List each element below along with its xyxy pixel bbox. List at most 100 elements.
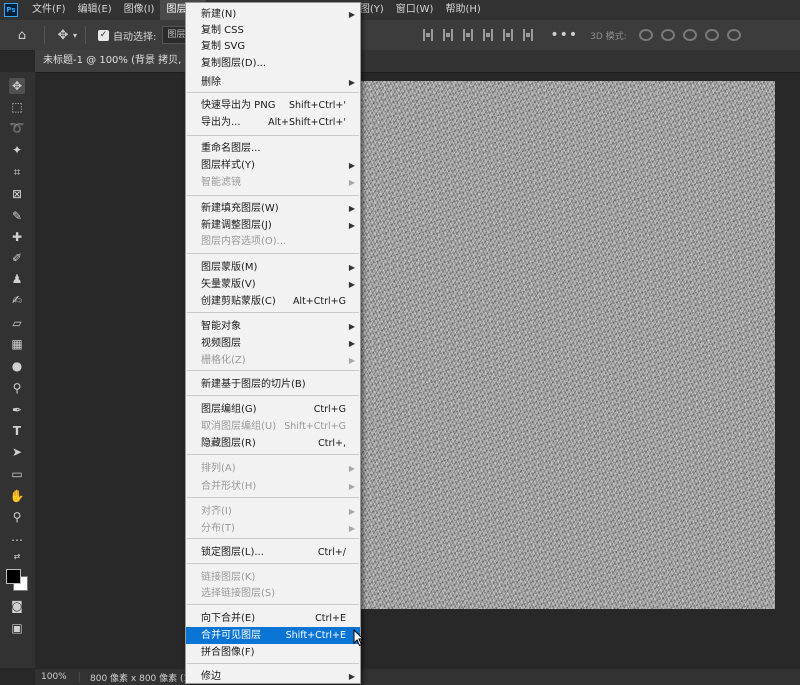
- menu-item-label: 图层内容选项(O)...: [201, 236, 287, 247]
- menu-item-label: 新建填充图层(W): [201, 203, 279, 214]
- divider: [44, 26, 45, 44]
- magic-wand-tool-icon[interactable]: ✦: [9, 142, 25, 158]
- dodge-tool-icon[interactable]: ⚲: [9, 380, 25, 396]
- menu-item[interactable]: 合并可见图层 Shift+Ctrl+E: [186, 627, 360, 644]
- menu-item[interactable]: 快速导出为 PNG Shift+Ctrl+': [186, 97, 360, 114]
- edit-toolbar-icon[interactable]: …: [9, 529, 25, 545]
- menu-item-shortcut: Alt+Shift+Ctrl+': [268, 117, 346, 128]
- menu-image[interactable]: 图像(I): [118, 0, 161, 20]
- lasso-tool-icon[interactable]: ➰: [9, 120, 25, 136]
- more-options-icon[interactable]: •••: [550, 27, 578, 43]
- orbit-3d-icon[interactable]: [638, 29, 653, 41]
- slide-3d-icon[interactable]: [704, 29, 719, 41]
- menu-item-label: 导出为...: [201, 117, 241, 128]
- canvas-area[interactable]: [35, 73, 800, 668]
- divider: [85, 26, 86, 44]
- menu-item[interactable]: 导出为... Alt+Shift+Ctrl+': [186, 114, 360, 131]
- menu-item[interactable]: 新建填充图层(W) ▶: [186, 200, 360, 217]
- submenu-arrow-icon: ▶: [348, 178, 355, 187]
- menu-item-shortcut: Ctrl+/: [317, 547, 346, 558]
- menu-item: 选择链接图层(S): [186, 585, 360, 602]
- menu-item[interactable]: 锁定图层(L)... Ctrl+/: [186, 544, 360, 561]
- menu-item[interactable]: 删除 ▶: [186, 74, 360, 91]
- pan-3d-icon[interactable]: [682, 29, 697, 41]
- home-icon[interactable]: ⌂: [14, 27, 30, 43]
- photoshop-logo-icon: Ps: [4, 3, 18, 17]
- menu-item[interactable]: 智能对象 ▶: [186, 318, 360, 335]
- menu-item[interactable]: 矢量蒙版(V) ▶: [186, 276, 360, 293]
- menu-item-label: 快速导出为 PNG: [201, 100, 276, 111]
- document-tab-bar: 未标题-1 @ 100% (背景 拷贝, RGB/8): [35, 50, 800, 73]
- menu-item[interactable]: 拼合图像(F): [186, 644, 360, 661]
- menu-item-label: 图层蒙版(M): [201, 262, 258, 273]
- pen-tool-icon[interactable]: ✒: [9, 402, 25, 418]
- hand-tool-icon[interactable]: ✋: [9, 488, 25, 504]
- menu-item[interactable]: 图层编组(G) Ctrl+G: [186, 401, 360, 418]
- move-tool-icon[interactable]: ✥: [55, 27, 71, 43]
- options-bar: ⌂ ✥ ▾ ✓ 自动选择: 图层 ••• 3D 模式:: [0, 20, 800, 51]
- align-vcenter-icon[interactable]: [443, 29, 454, 41]
- zoom-tool-icon[interactable]: ⚲: [9, 509, 25, 525]
- align-hcenter-icon[interactable]: [503, 29, 514, 41]
- menu-item[interactable]: 向下合并(E) Ctrl+E: [186, 610, 360, 627]
- brush-tool-icon[interactable]: ✐: [9, 250, 25, 266]
- menu-item[interactable]: 创建剪贴蒙版(C) Alt+Ctrl+G: [186, 293, 360, 310]
- eyedropper-tool-icon[interactable]: ✎: [9, 208, 25, 224]
- auto-select-checkbox[interactable]: ✓: [98, 29, 109, 41]
- menu-item[interactable]: 图层蒙版(M) ▶: [186, 259, 360, 276]
- align-top-icon[interactable]: [423, 29, 434, 41]
- menu-item-shortcut: Ctrl+G: [313, 404, 346, 415]
- menu-item[interactable]: 隐藏图层(R) Ctrl+,: [186, 435, 360, 452]
- camera-3d-icon[interactable]: [726, 29, 741, 41]
- foreground-color-swatch[interactable]: [6, 569, 21, 584]
- menu-item[interactable]: 修边 ▶: [186, 668, 360, 685]
- gradient-tool-icon[interactable]: ▦: [9, 336, 25, 352]
- menu-item[interactable]: 新建基于图层的切片(B): [186, 376, 360, 393]
- submenu-arrow-icon: ▶: [348, 204, 355, 213]
- menu-window[interactable]: 窗口(W): [390, 0, 440, 20]
- frame-tool-icon[interactable]: ⊠: [9, 186, 25, 202]
- align-left-icon[interactable]: [483, 29, 494, 41]
- menu-item: 图层内容选项(O)...: [186, 233, 360, 250]
- zoom-level[interactable]: 100%: [35, 672, 80, 682]
- menu-item[interactable]: 复制 SVG: [186, 38, 360, 55]
- menu-item[interactable]: 重命名图层...: [186, 140, 360, 157]
- screen-mode-icon[interactable]: ▣: [9, 620, 25, 636]
- document-canvas[interactable]: [360, 81, 775, 609]
- swap-colors-icon[interactable]: ⇄: [9, 548, 25, 564]
- align-right-icon[interactable]: [523, 29, 534, 41]
- menu-edit[interactable]: 编辑(E): [72, 0, 118, 20]
- history-brush-tool-icon[interactable]: ✍: [9, 292, 25, 308]
- menu-item-label: 重命名图层...: [201, 143, 261, 154]
- menu-item[interactable]: 新建(N) ▶: [186, 6, 360, 23]
- document-tab[interactable]: 未标题-1 @ 100% (背景 拷贝, RGB/8): [35, 50, 201, 72]
- clone-stamp-tool-icon[interactable]: ♟: [9, 271, 25, 287]
- type-tool-icon[interactable]: T: [9, 423, 25, 439]
- menu-help[interactable]: 帮助(H): [439, 0, 486, 20]
- menu-item-label: 链接图层(K): [201, 572, 256, 583]
- menu-item-label: 栅格化(Z): [201, 355, 246, 366]
- menu-file[interactable]: 文件(F): [26, 0, 72, 20]
- marquee-tool-icon[interactable]: ⬚: [9, 99, 25, 115]
- menu-divider: [187, 370, 359, 371]
- menu-item[interactable]: 图层样式(Y) ▶: [186, 157, 360, 174]
- menu-item[interactable]: 新建调整图层(J) ▶: [186, 217, 360, 234]
- roll-3d-icon[interactable]: [660, 29, 675, 41]
- rectangle-tool-icon[interactable]: ▭: [9, 466, 25, 482]
- healing-brush-tool-icon[interactable]: ✚: [9, 229, 25, 245]
- eraser-tool-icon[interactable]: ▱: [9, 315, 25, 331]
- move-tool-icon[interactable]: ✥: [9, 78, 25, 94]
- path-selection-tool-icon[interactable]: ➤: [9, 444, 25, 460]
- menu-item[interactable]: 复制 CSS: [186, 22, 360, 39]
- blur-tool-icon[interactable]: ●: [9, 358, 25, 374]
- menu-item-label: 新建基于图层的切片(B): [201, 379, 306, 390]
- menu-item-label: 隐藏图层(R): [201, 438, 256, 449]
- menu-item[interactable]: 复制图层(D)...: [186, 55, 360, 72]
- document-info: 800 像素 x 800 像素 (11: [90, 673, 195, 684]
- quick-mask-icon[interactable]: ◙: [9, 598, 25, 614]
- menu-divider: [187, 454, 359, 455]
- chevron-down-icon[interactable]: ▾: [71, 27, 79, 43]
- align-bottom-icon[interactable]: [463, 29, 474, 41]
- menu-item[interactable]: 视频图层 ▶: [186, 335, 360, 352]
- crop-tool-icon[interactable]: ⌗: [9, 164, 25, 180]
